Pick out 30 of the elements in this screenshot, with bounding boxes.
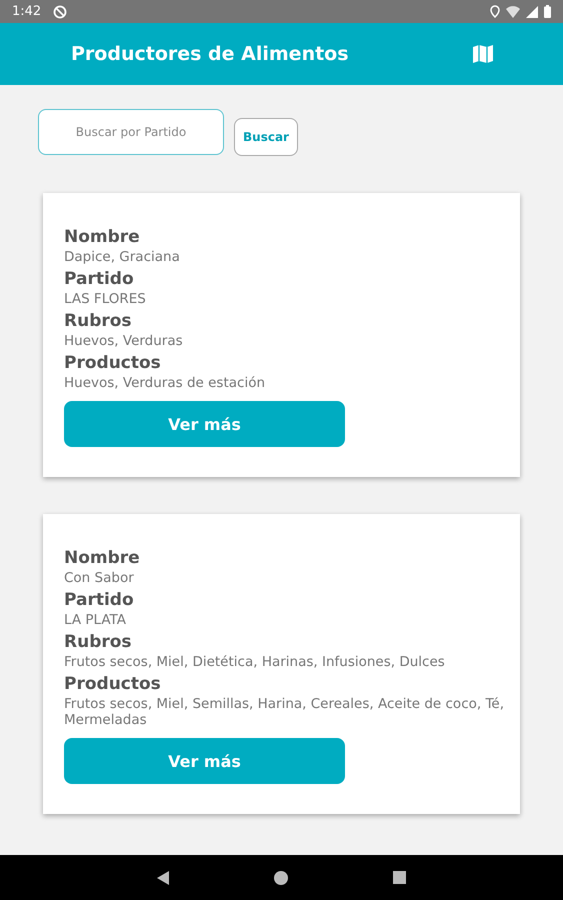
map-icon[interactable] — [473, 45, 493, 63]
field-label: Nombre — [64, 227, 141, 247]
back-icon[interactable] — [157, 870, 169, 884]
blocked-icon — [53, 4, 68, 18]
field-label: Rubros — [64, 632, 133, 652]
status-time: 1:42 — [12, 4, 42, 19]
field-label: Nombre — [64, 548, 141, 568]
field-value: Huevos, Verduras de estación — [64, 375, 266, 391]
field-value: Frutos secos, Miel, Dietética, Harinas, Infusiones, Dulces — [64, 654, 446, 670]
signal-icon — [526, 6, 538, 18]
more-button[interactable]: Ver más — [64, 738, 345, 784]
location-icon — [490, 5, 500, 18]
field-value: LAS FLORES — [64, 291, 147, 307]
app-title: Productores de Alimentos — [71, 43, 349, 65]
field-label: Partido — [64, 269, 135, 289]
field-label: Rubros — [64, 311, 133, 331]
more-button[interactable]: Ver más — [64, 401, 345, 447]
field-label: Partido — [64, 590, 135, 610]
wifi-icon — [506, 6, 520, 18]
field-value: Dapice, Graciana — [64, 249, 181, 265]
field-label: Productos — [64, 674, 162, 694]
search-button[interactable]: Buscar — [234, 118, 298, 156]
field-value: Frutos secos, Miel, Semillas, Harina, Cereales, Aceite de coco, Té, Mermeladas — [64, 696, 506, 728]
field-value: LA PLATA — [64, 612, 127, 628]
home-icon[interactable] — [274, 870, 288, 884]
search-field[interactable]: Buscar por Partido — [38, 109, 224, 155]
field-label: Productos — [64, 353, 162, 373]
field-value: Con Sabor — [64, 570, 135, 586]
battery-icon — [544, 5, 551, 18]
field-value: Huevos, Verduras — [64, 333, 184, 349]
